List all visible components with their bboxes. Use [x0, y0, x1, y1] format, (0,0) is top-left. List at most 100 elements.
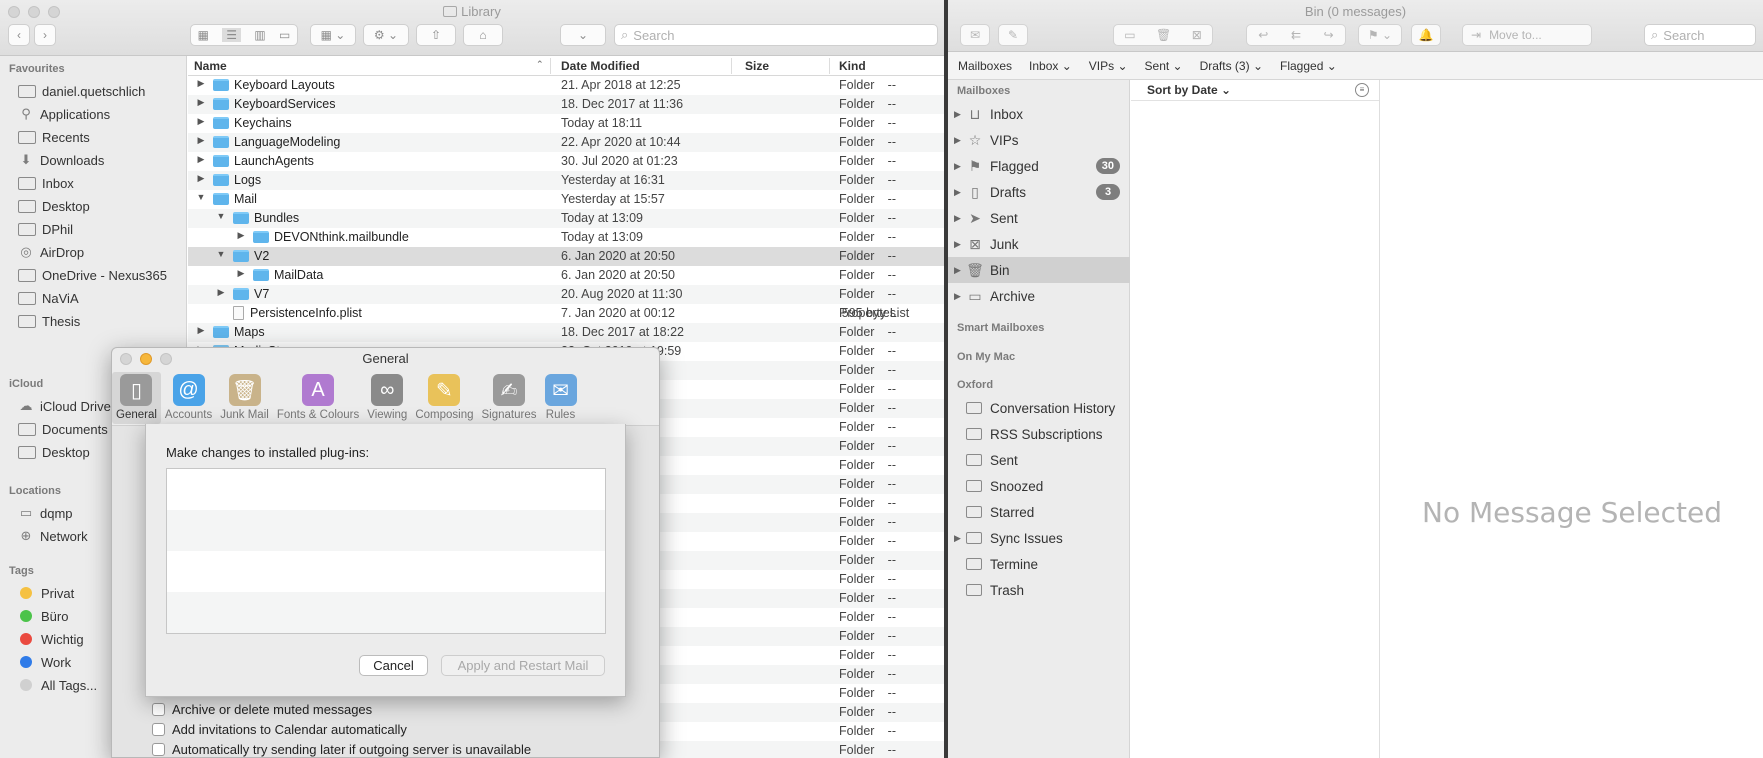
mailbox-item[interactable]: ▶ ⊠ Junk [948, 231, 1130, 257]
flag-button[interactable]: ⚑ ⌄ [1358, 24, 1402, 46]
pref-tab[interactable]: ▯ General [112, 372, 161, 424]
disclosure-right-icon[interactable]: ▶ [954, 533, 961, 544]
disclosure-right-icon[interactable]: ▶ [954, 161, 964, 172]
disclosure-right-icon[interactable]: ▶ [954, 135, 964, 146]
sidebar-tag-item[interactable]: Privat [18, 582, 74, 604]
table-row[interactable]: ▶ MailData 6. Jan 2020 at 20:50 -- Folder [188, 266, 944, 285]
table-row[interactable]: ▶ Keychains Today at 18:11 -- Folder [188, 114, 944, 133]
disclosure-right-icon[interactable]: ▶ [954, 187, 964, 198]
favorites-bar-item[interactable]: Sent ⌄ [1145, 59, 1183, 73]
dropdown-button[interactable]: ⌄ [560, 24, 606, 46]
mailbox-item[interactable]: ▶ Sync Issues [954, 525, 1063, 551]
sidebar-item[interactable]: Desktop [18, 441, 90, 463]
compose-button[interactable]: ✎ [998, 24, 1028, 46]
disclosure-right-icon[interactable]: ▶ [196, 135, 206, 146]
table-row[interactable]: ▶ LanguageModeling 22. Apr 2020 at 10:44 --… [188, 133, 944, 152]
mailbox-item[interactable]: ▶ 🗑 Bin [948, 257, 1130, 283]
reply-group[interactable]: ↩ ⇇ ↪ [1246, 24, 1346, 46]
send-later-checkbox[interactable]: Automatically try sending later if outgo… [152, 742, 531, 757]
disclosure-right-icon[interactable]: ▶ [196, 173, 206, 184]
mailbox-section-header[interactable]: Oxford [957, 379, 993, 391]
pref-tab[interactable]: ∞ Viewing [363, 372, 411, 424]
mailbox-item[interactable]: RSS Subscriptions [966, 421, 1103, 447]
archive-muted-checkbox[interactable]: Archive or delete muted messages [152, 702, 372, 717]
sidebar-item[interactable]: ⬇ Downloads [18, 149, 105, 171]
table-row[interactable]: ▶ Maps 18. Dec 2017 at 18:22 -- Folder [188, 323, 944, 342]
mute-button[interactable]: 🔔 [1411, 24, 1441, 46]
disclosure-right-icon[interactable]: ▶ [216, 287, 226, 298]
pref-tab[interactable]: ✉ Rules [541, 372, 581, 424]
table-row[interactable]: ▶ Keyboard Layouts 21. Apr 2018 at 12:25 --… [188, 76, 944, 95]
checkbox[interactable] [152, 743, 165, 756]
forward-button[interactable]: › [34, 24, 56, 46]
apply-restart-button[interactable]: Apply and Restart Mail [441, 655, 605, 676]
sidebar-item[interactable]: daniel.quetschlich [18, 80, 145, 102]
gallery-view-icon[interactable]: ▭ [279, 28, 290, 42]
table-row[interactable]: ▼ Bundles Today at 13:09 -- Folder [188, 209, 944, 228]
sidebar-item[interactable]: Desktop [18, 195, 90, 217]
table-row[interactable]: ▼ Mail Yesterday at 15:57 -- Folder [188, 190, 944, 209]
mailbox-item[interactable]: ▶ ☆ VIPs [948, 127, 1130, 153]
disclosure-right-icon[interactable]: ▶ [954, 239, 964, 250]
list-view-icon[interactable]: ☰ [222, 28, 242, 42]
disclosure-down-icon[interactable]: ▼ [216, 211, 226, 221]
sidebar-item[interactable]: OneDrive - Nexus365 [18, 264, 167, 286]
share-button[interactable]: ⇧ [416, 24, 456, 46]
sidebar-item[interactable]: ⊕ Network [18, 525, 88, 547]
mail-search-input[interactable]: ⌕ Search [1644, 24, 1756, 46]
sidebar-item[interactable]: DPhil [18, 218, 73, 240]
add-invitations-checkbox[interactable]: Add invitations to Calendar automaticall… [152, 722, 407, 737]
sort-by-button[interactable]: Sort by Date ⌄ [1131, 80, 1379, 101]
disclosure-right-icon[interactable]: ▶ [196, 78, 206, 89]
mailbox-item[interactable]: ▶ ➤ Sent [948, 205, 1130, 231]
disclosure-right-icon[interactable]: ▶ [196, 116, 206, 127]
junk-icon[interactable]: ⊠ [1192, 28, 1202, 42]
disclosure-right-icon[interactable]: ▶ [236, 268, 246, 279]
column-size[interactable]: Size [745, 59, 769, 73]
table-row[interactable]: PersistenceInfo.plist 7. Jan 2020 at 00:1… [188, 304, 944, 323]
table-row[interactable]: ▶ LaunchAgents 30. Jul 2020 at 01:23 -- Fold… [188, 152, 944, 171]
mailbox-item[interactable]: Starred [966, 499, 1034, 525]
sidebar-item[interactable]: Thesis [18, 310, 80, 332]
sidebar-item[interactable]: Inbox [18, 172, 74, 194]
mailbox-item[interactable]: ▶ ▯ Drafts 3 [948, 179, 1130, 205]
favorites-bar-item[interactable]: Drafts (3) ⌄ [1200, 59, 1263, 73]
forward-icon[interactable]: ↪ [1324, 28, 1334, 42]
favorites-bar-item[interactable]: Mailboxes [958, 59, 1012, 73]
checkbox[interactable] [152, 703, 165, 716]
sidebar-item[interactable]: ☁ iCloud Drive [18, 395, 111, 417]
sidebar-item[interactable]: Recents [18, 126, 90, 148]
mailbox-item[interactable]: Termine [966, 551, 1038, 577]
table-row[interactable]: ▶ DEVONthink.mailbundle Today at 13:09 -- Fo… [188, 228, 944, 247]
get-mail-button[interactable]: ✉ [960, 24, 990, 46]
finder-search-input[interactable]: ⌕ Search [614, 24, 938, 46]
disclosure-right-icon[interactable]: ▶ [196, 154, 206, 165]
mailbox-item[interactable]: Snoozed [966, 473, 1043, 499]
sidebar-item[interactable]: ◎ AirDrop [18, 241, 84, 263]
disclosure-right-icon[interactable]: ▶ [954, 109, 964, 120]
mailbox-item[interactable]: Conversation History [966, 395, 1115, 421]
disclosure-right-icon[interactable]: ▶ [196, 325, 206, 336]
move-to-button[interactable]: ⇥ Move to... [1462, 24, 1592, 46]
reply-all-icon[interactable]: ⇇ [1291, 28, 1301, 42]
disclosure-down-icon[interactable]: ▼ [196, 192, 206, 202]
sidebar-item[interactable]: ▭ dqmp [18, 502, 73, 524]
favorites-bar-item[interactable]: VIPs ⌄ [1089, 59, 1128, 73]
mailbox-item[interactable]: ▶ ⊔ Inbox [948, 101, 1130, 127]
plugins-list[interactable] [166, 468, 606, 634]
mailbox-item[interactable]: ▶ ▭ Archive [948, 283, 1130, 309]
sidebar-item[interactable]: NaViA [18, 287, 79, 309]
sidebar-tag-item[interactable]: Wichtig [18, 628, 84, 650]
filter-icon[interactable]: ≡ [1355, 83, 1369, 97]
column-name[interactable]: Name [194, 59, 227, 73]
disclosure-right-icon[interactable]: ▶ [236, 230, 246, 241]
group-button[interactable]: ▦ ⌄ [310, 24, 356, 46]
cancel-button[interactable]: Cancel [359, 655, 428, 676]
sidebar-tag-item[interactable]: Work [18, 651, 71, 673]
back-button[interactable]: ‹ [8, 24, 30, 46]
trash-icon[interactable]: 🗑 [1156, 28, 1171, 42]
tags-button[interactable]: ⌂ [463, 24, 503, 46]
reply-icon[interactable]: ↩ [1258, 28, 1268, 42]
disclosure-right-icon[interactable]: ▶ [954, 213, 964, 224]
view-switcher[interactable]: ▦ ☰ ▥ ▭ [190, 24, 298, 46]
